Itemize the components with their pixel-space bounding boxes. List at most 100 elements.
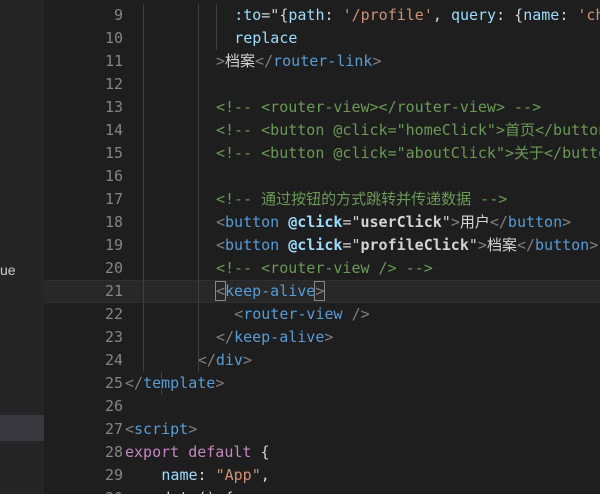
code-token: data	[161, 489, 197, 494]
code-line[interactable]: 20 <!-- <router-view /> -->	[44, 257, 600, 280]
code-line[interactable]: 29 name: "App",	[44, 464, 600, 487]
code-line[interactable]: 16	[44, 165, 600, 188]
code-token: @click	[288, 236, 343, 254]
code-token: </	[489, 213, 508, 231]
indent-guide	[143, 4, 145, 372]
code-line[interactable]: 26	[44, 395, 600, 418]
code-token: "	[468, 236, 478, 254]
code-token: '/profile'	[342, 6, 433, 24]
line-number: 15	[104, 144, 123, 162]
code-line[interactable]: 22 <router-view />	[44, 303, 600, 326]
code-line[interactable]: 25 </template>	[44, 372, 600, 395]
code-token: >	[314, 281, 326, 301]
indent-guide	[216, 4, 217, 50]
code-token: "	[441, 213, 451, 231]
code-token: keep-alive	[234, 328, 325, 346]
line-number: 17	[104, 190, 123, 208]
code-line[interactable]: 13 <!-- <router-view></router-view> -->	[44, 96, 600, 119]
code-line[interactable]: 24 </div>	[44, 349, 600, 372]
code-token: div	[215, 351, 243, 369]
code-line[interactable]: 27 <script>	[44, 418, 600, 441]
code-content: :to="{path: '/profile', query: {name: 'c…	[234, 4, 600, 27]
code-token: 用户	[459, 213, 490, 231]
code-token: script	[134, 420, 189, 438]
code-editor[interactable]: 9:to="{path: '/profile', query: {name: '…	[44, 0, 600, 494]
code-token: :	[324, 6, 343, 24]
code-token: >	[216, 52, 226, 70]
code-content: <button @click="userClick">用户</button>	[216, 211, 571, 234]
code-line[interactable]: 21 <keep-alive>	[44, 280, 600, 303]
code-line[interactable]: 18 <button @click="userClick">用户</button>	[44, 211, 600, 234]
line-number: 13	[104, 98, 123, 116]
code-content: <keep-alive>	[214, 281, 326, 302]
sidebar-file-label[interactable]: ue	[0, 262, 16, 278]
code-token: </	[197, 351, 216, 369]
line-number: 12	[104, 75, 123, 93]
code-line[interactable]: 10 replace	[44, 27, 600, 50]
code-token: 'chen'	[577, 6, 600, 24]
line-number: 11	[104, 52, 123, 70]
line-number: 28	[104, 443, 123, 461]
code-token: query	[450, 6, 497, 24]
code-token: name	[161, 466, 198, 484]
code-token: </	[255, 52, 274, 70]
code-line[interactable]: 23 </keep-alive>	[44, 326, 600, 349]
code-token: >	[188, 420, 198, 438]
sidebar-selected-item[interactable]	[0, 415, 44, 441]
code-token: : {	[496, 6, 524, 24]
code-token: <	[216, 236, 226, 254]
code-token: >	[589, 236, 599, 254]
code-content: <script>	[125, 418, 197, 441]
code-token: :to	[234, 6, 262, 24]
code-line[interactable]: 14 <!-- <button @click="homeClick">首页</bu…	[44, 119, 600, 142]
code-token: <	[234, 305, 244, 323]
code-content: name: "App",	[161, 464, 269, 487]
code-content: >档案</router-link>	[216, 50, 381, 73]
code-line[interactable]: 15 <!-- <button @click="aboutClick">关于</b…	[44, 142, 600, 165]
code-content: </template>	[125, 372, 224, 395]
code-token: ="	[342, 213, 361, 231]
code-token: @click	[288, 213, 343, 231]
code-content: <!-- <router-view /> -->	[216, 257, 433, 280]
code-token: button	[535, 236, 590, 254]
code-token: default	[188, 443, 252, 461]
code-line[interactable]: 11 >档案</router-link>	[44, 50, 600, 73]
code-line[interactable]: 17 <!-- 通过按钮的方式跳转并传递数据 -->	[44, 188, 600, 211]
code-content: <router-view />	[234, 303, 369, 326]
code-token: <	[216, 213, 226, 231]
code-token: </	[216, 328, 235, 346]
code-line[interactable]: 12	[44, 73, 600, 96]
line-number: 24	[104, 351, 123, 369]
code-token: ,	[432, 6, 451, 24]
code-content: <!-- <button @click="aboutClick">关于</but…	[216, 142, 600, 165]
code-token: >	[324, 328, 334, 346]
code-token: >	[562, 213, 572, 231]
code-token: {	[251, 443, 270, 461]
code-token: button	[225, 213, 280, 231]
code-token: button	[225, 236, 280, 254]
code-line[interactable]: 19 <button @click="profileClick">档案</butt…	[44, 234, 600, 257]
code-token: replace	[234, 29, 298, 47]
code-content: <!-- 通过按钮的方式跳转并传递数据 -->	[216, 188, 507, 211]
line-number: 23	[104, 328, 123, 346]
code-token: :	[197, 466, 216, 484]
code-line[interactable]: 28 export default {	[44, 441, 600, 464]
line-number: 22	[104, 305, 123, 323]
code-token: ="{	[261, 6, 289, 24]
line-number: 21	[104, 282, 123, 300]
code-token: path	[288, 6, 325, 24]
explorer-sidebar: ue	[0, 0, 44, 494]
code-token: ,	[260, 466, 270, 484]
code-line[interactable]: 30 data() {	[44, 487, 600, 494]
indent-guide	[197, 4, 199, 372]
code-line[interactable]: 9:to="{path: '/profile', query: {name: '…	[44, 4, 600, 27]
code-token: 档案	[225, 52, 256, 70]
code-token: () {	[198, 489, 234, 494]
code-content: </div>	[198, 349, 252, 372]
line-number: 10	[104, 29, 123, 47]
line-number: 27	[104, 420, 123, 438]
code-token: 档案	[486, 236, 517, 254]
code-token: </	[516, 236, 536, 254]
